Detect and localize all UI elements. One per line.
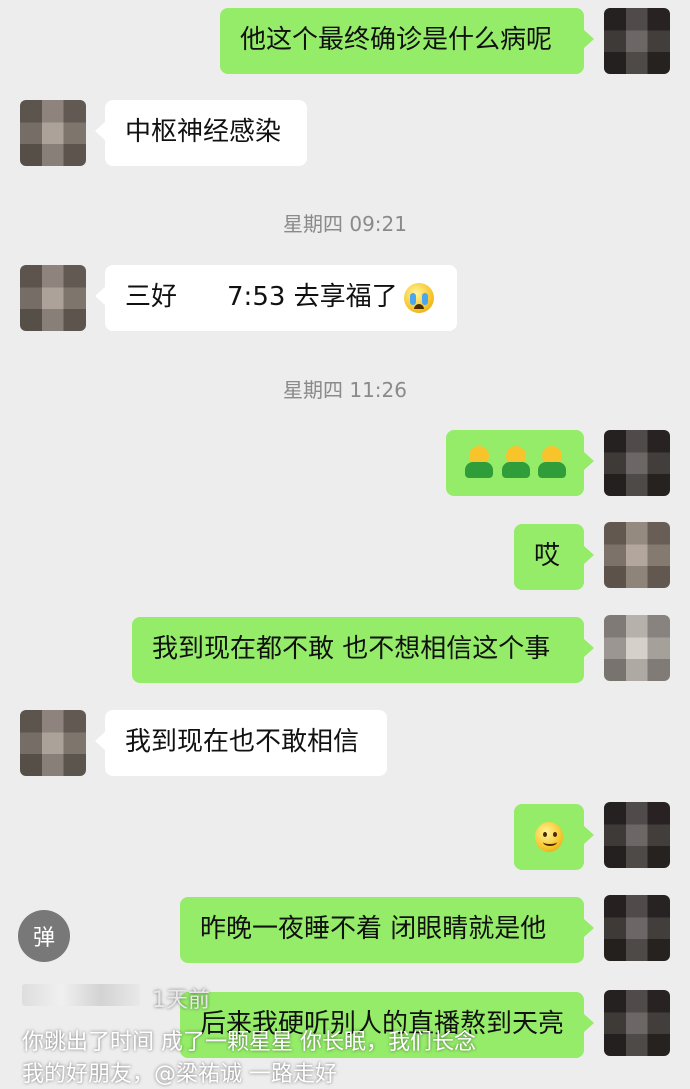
smiling-face-icon xyxy=(535,822,563,852)
my-avatar[interactable] xyxy=(604,522,670,588)
redacted-text xyxy=(179,283,226,313)
my-avatar[interactable] xyxy=(604,615,670,681)
message-bubble-sent[interactable]: 昨晚一夜睡不着 闭眼睛就是他 xyxy=(180,897,594,963)
caption-line-2[interactable]: 我的好朋友，@梁祐诚 一路走好 xyxy=(22,1056,337,1088)
message-text: 他这个最终确诊是什么病呢 xyxy=(240,25,553,56)
my-avatar[interactable] xyxy=(604,802,670,868)
chat-timestamp: 星期四 09:21 xyxy=(283,212,407,236)
post-time: 1天前 xyxy=(152,988,210,1013)
smiley-people-icon xyxy=(499,446,532,480)
message-bubble-sent[interactable]: 他这个最终确诊是什么病呢 xyxy=(220,8,594,74)
smiley-people-icon xyxy=(535,446,568,480)
message-bubble-sent[interactable]: 哎 xyxy=(514,524,594,590)
danmaku-toggle-button[interactable]: 弹 xyxy=(18,910,70,962)
contact-avatar[interactable] xyxy=(20,265,86,331)
contact-avatar[interactable] xyxy=(20,710,86,776)
message-text: 我到现在也不敢相信 xyxy=(125,727,360,758)
message-bubble-received[interactable]: 我到现在也不敢相信 xyxy=(95,710,387,776)
message-text-suffix: 7:53 去享福了 xyxy=(227,282,398,313)
blurred-username xyxy=(22,984,140,1006)
message-bubble-received[interactable]: 中枢神经感染 xyxy=(95,100,307,166)
chat-timestamp: 星期四 11:26 xyxy=(283,378,407,402)
danmaku-label: 弹 xyxy=(32,926,55,951)
my-avatar[interactable] xyxy=(604,430,670,496)
message-bubble-sent[interactable]: 我到现在都不敢 也不想相信这个事 xyxy=(132,617,594,683)
message-bubble-sent[interactable] xyxy=(446,430,594,496)
message-text: 中枢神经感染 xyxy=(125,117,282,148)
my-avatar[interactable] xyxy=(604,8,670,74)
message-bubble-sent[interactable] xyxy=(514,804,594,870)
crying-face-icon xyxy=(403,283,434,313)
message-text-prefix: 三好 xyxy=(125,282,178,313)
contact-avatar[interactable] xyxy=(20,100,86,166)
message-bubble-received[interactable]: 三好 7:53 去享福了 xyxy=(95,265,457,331)
smiley-people-icon xyxy=(462,446,495,480)
my-avatar[interactable] xyxy=(604,990,670,1056)
message-text: 哎 xyxy=(534,541,561,572)
message-text: 我到现在都不敢 也不想相信这个事 xyxy=(152,634,551,665)
caption-line-1: 你跳出了时间 成了一颗星星 你长眠，我们长念 xyxy=(22,1030,476,1055)
message-text: 昨晚一夜睡不着 闭眼睛就是他 xyxy=(200,914,547,945)
my-avatar[interactable] xyxy=(604,895,670,961)
